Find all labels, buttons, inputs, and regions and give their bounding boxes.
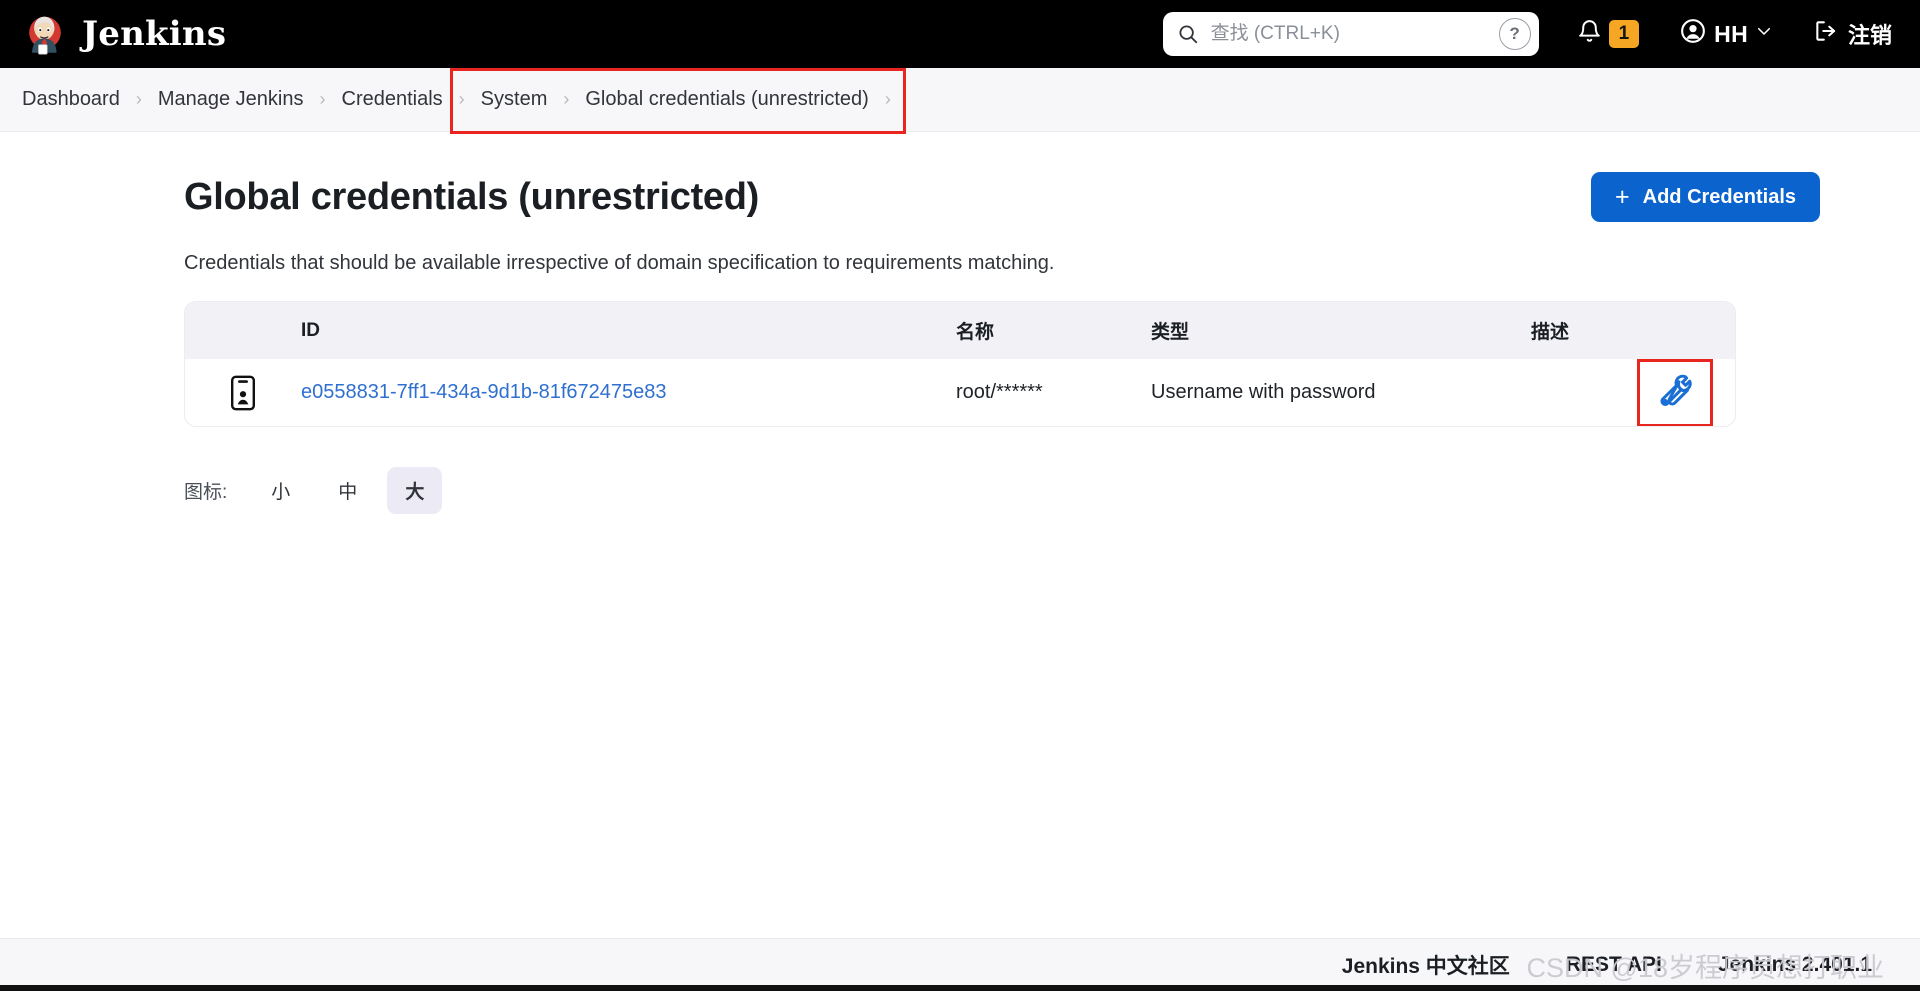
top-bar-actions: ? 1 HH	[1162, 0, 1920, 68]
breadcrumb-separator: ›	[884, 89, 891, 109]
table-header-id: ID	[301, 319, 320, 341]
icon-size-option-large[interactable]: 大	[387, 467, 443, 514]
wrench-icon	[1658, 373, 1692, 412]
chevron-down-icon	[1755, 22, 1773, 46]
breadcrumb-item-credentials[interactable]: Credentials	[342, 88, 443, 111]
configure-credential-button[interactable]	[1637, 358, 1713, 426]
credential-id-link[interactable]: e0558831-7ff1-434a-9d1b-81f672475e83	[301, 381, 667, 403]
user-name-label: HH	[1714, 20, 1748, 47]
search-icon	[1177, 23, 1199, 45]
icon-size-label: 图标:	[184, 482, 228, 503]
breadcrumb-separator: ›	[563, 89, 570, 109]
search-box[interactable]: ?	[1162, 12, 1539, 56]
notifications-button[interactable]: 1	[1567, 13, 1650, 56]
footer-link-rest-api[interactable]: REST API	[1566, 953, 1662, 977]
id-card-icon	[185, 375, 301, 411]
footer-link-jenkins-community[interactable]: Jenkins 中文社区	[1342, 950, 1510, 980]
breadcrumb-separator: ›	[319, 89, 326, 109]
icon-size-selector: 图标: 小 中 大	[0, 427, 1920, 514]
notification-count-badge: 1	[1608, 20, 1640, 48]
add-credentials-label: Add Credentials	[1642, 185, 1796, 208]
logout-label: 注销	[1847, 23, 1892, 48]
table-header-type: 类型	[1151, 322, 1190, 343]
footer-jenkins-version: Jenkins 2.401.1	[1717, 953, 1872, 976]
search-help-icon[interactable]: ?	[1498, 18, 1531, 50]
page-description: Credentials that should be available irr…	[184, 252, 1055, 274]
account-circle-icon	[1679, 17, 1707, 51]
jenkins-home-link[interactable]: Jenkins	[22, 11, 226, 57]
table-header-name: 名称	[956, 322, 995, 343]
jenkins-butler-logo-icon	[22, 11, 68, 57]
table-header-description: 描述	[1531, 322, 1570, 343]
logout-icon	[1813, 18, 1839, 50]
page-title: Global credentials (unrestricted)	[184, 175, 760, 218]
top-navigation-bar: Jenkins ? 1	[0, 0, 1920, 68]
search-input[interactable]	[1198, 23, 1499, 45]
table-header-row: ID 名称 类型 描述	[185, 302, 1735, 359]
breadcrumb-item-system[interactable]: System	[481, 88, 548, 111]
bell-icon	[1577, 19, 1602, 50]
breadcrumb-separator: ›	[135, 89, 142, 109]
user-menu-button[interactable]: HH	[1669, 11, 1783, 57]
credential-actions-cell	[1615, 358, 1735, 426]
bottom-black-strip	[0, 985, 1920, 991]
credentials-table: ID 名称 类型 描述 e0558831-7ff1-434a-9d1b-81f6…	[184, 301, 1736, 427]
icon-size-option-small[interactable]: 小	[253, 467, 308, 514]
credential-name-cell: root/******	[956, 381, 1043, 403]
breadcrumb-item-manage-jenkins[interactable]: Manage Jenkins	[158, 88, 304, 111]
credential-id-cell: e0558831-7ff1-434a-9d1b-81f672475e83	[301, 381, 956, 404]
breadcrumb-item-dashboard[interactable]: Dashboard	[22, 88, 120, 111]
breadcrumb-item-global-credentials[interactable]: Global credentials (unrestricted)	[585, 88, 868, 111]
breadcrumb-separator: ›	[458, 89, 465, 109]
page-header: Global credentials (unrestricted) + Add …	[0, 132, 1920, 222]
plus-icon: +	[1615, 182, 1630, 211]
icon-size-option-medium[interactable]: 中	[320, 467, 375, 514]
brand-title: Jenkins	[82, 14, 227, 54]
logout-button[interactable]: 注销	[1803, 12, 1902, 56]
table-row: e0558831-7ff1-434a-9d1b-81f672475e83 roo…	[185, 358, 1735, 426]
main-content: Global credentials (unrestricted) + Add …	[0, 132, 1920, 938]
page-footer: Jenkins 中文社区 REST API Jenkins 2.401.1	[0, 938, 1920, 991]
breadcrumb: Dashboard › Manage Jenkins › Credentials…	[0, 68, 1920, 132]
credential-type-cell: Username with password	[1151, 381, 1376, 403]
add-credentials-button[interactable]: + Add Credentials	[1591, 172, 1820, 222]
